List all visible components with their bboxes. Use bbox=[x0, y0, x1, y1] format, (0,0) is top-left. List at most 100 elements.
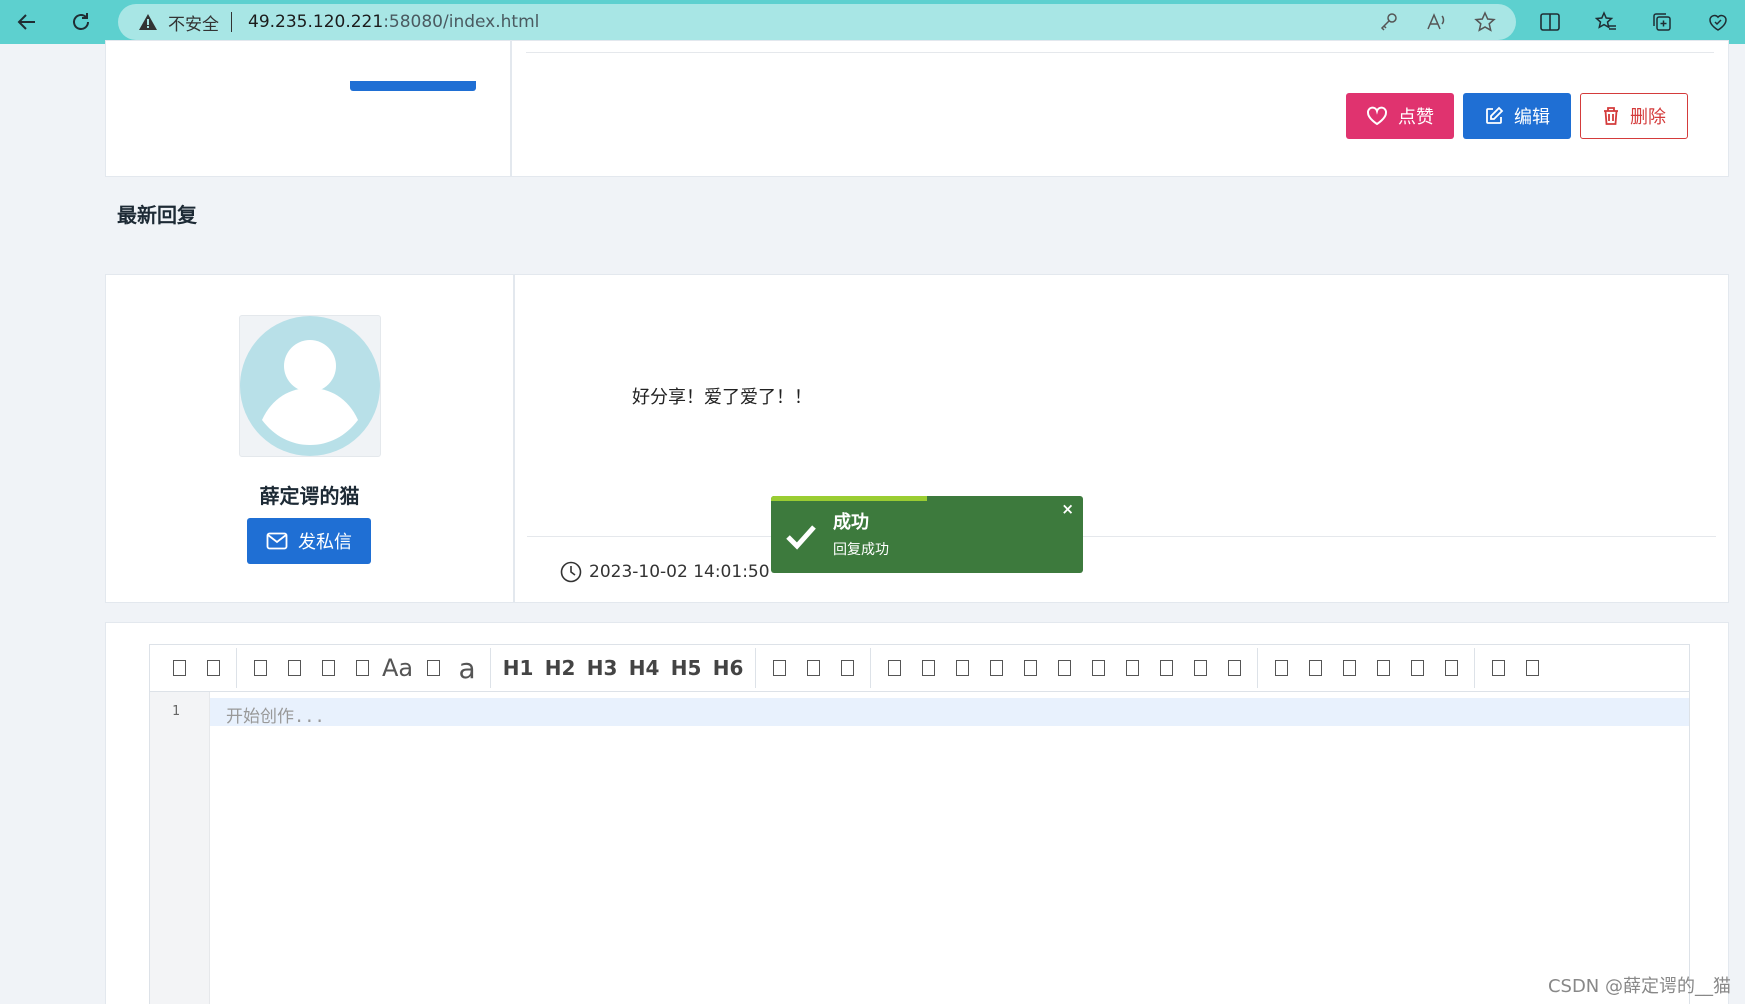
delete-button[interactable]: 删除 bbox=[1580, 93, 1688, 139]
preformatted-text-icon[interactable] bbox=[1013, 651, 1047, 685]
capitalize-icon[interactable] bbox=[416, 651, 450, 685]
reply-time-text: 2023-10-02 14:01:50 bbox=[589, 562, 770, 582]
post-body-card: 点赞 编辑 删除 bbox=[511, 40, 1729, 177]
toast-progress-bar bbox=[771, 496, 927, 501]
goto-line-icon[interactable] bbox=[1264, 651, 1298, 685]
heading-3-button[interactable]: H3 bbox=[581, 651, 623, 685]
active-line-highlight bbox=[210, 698, 1689, 726]
reply-author-card: 薛定谔的猫 发私信 bbox=[105, 274, 514, 603]
heading-4-button[interactable]: H4 bbox=[623, 651, 665, 685]
post-author-card bbox=[105, 40, 511, 177]
code-icon[interactable] bbox=[979, 651, 1013, 685]
reply-content: 好分享！爱了爱了！！ bbox=[632, 387, 812, 408]
split-screen-icon[interactable] bbox=[1533, 6, 1567, 38]
heart-icon bbox=[1367, 106, 1387, 126]
insecure-label: 不安全 bbox=[168, 14, 219, 35]
info-icon[interactable] bbox=[1515, 651, 1549, 685]
favorite-star-icon[interactable] bbox=[1472, 10, 1498, 34]
line-number-gutter: 1 bbox=[150, 692, 210, 1004]
post-divider bbox=[526, 52, 1714, 53]
edit-label: 编辑 bbox=[1514, 107, 1550, 128]
reply-editor-card: Aa a H1 H2 H3 H4 H5 H6 1 开始创作... bbox=[105, 622, 1729, 1004]
toast-close-button[interactable]: × bbox=[1061, 500, 1074, 518]
read-aloud-icon[interactable] bbox=[1424, 10, 1450, 34]
default-avatar-icon bbox=[240, 316, 380, 456]
redo-icon[interactable] bbox=[196, 651, 230, 685]
reply-body-card: 好分享！爱了爱了！！ 2023-10-02 14:01:50 bbox=[514, 274, 1729, 603]
key-icon[interactable] bbox=[1376, 10, 1402, 34]
toolbar-group-headings: H1 H2 H3 H4 H5 H6 bbox=[491, 648, 757, 688]
toolbar-group-lists bbox=[756, 648, 872, 688]
url-host: 49.235.120.221 bbox=[248, 12, 384, 32]
bold-icon[interactable] bbox=[243, 651, 277, 685]
heading-2-button[interactable]: H2 bbox=[539, 651, 581, 685]
toolbar-group-history bbox=[156, 648, 237, 688]
private-message-label: 发私信 bbox=[298, 532, 352, 553]
emoji-icon[interactable] bbox=[1149, 651, 1183, 685]
toast-title: 成功 bbox=[833, 512, 869, 533]
image-icon[interactable] bbox=[945, 651, 979, 685]
clock-icon bbox=[560, 561, 582, 583]
editor-textarea[interactable]: 1 开始创作... bbox=[149, 692, 1690, 1004]
strikethrough-icon[interactable] bbox=[277, 651, 311, 685]
private-message-button[interactable]: 发私信 bbox=[247, 518, 371, 564]
favorites-icon[interactable] bbox=[1589, 6, 1623, 38]
toast-message: 回复成功 bbox=[833, 542, 889, 558]
url-path: :58080/index.html bbox=[383, 12, 540, 32]
help-icon[interactable] bbox=[1481, 651, 1515, 685]
line-number: 1 bbox=[172, 704, 180, 719]
reference-link-icon[interactable] bbox=[911, 651, 945, 685]
hr-icon[interactable] bbox=[830, 651, 864, 685]
link-icon[interactable] bbox=[877, 651, 911, 685]
avatar[interactable] bbox=[239, 315, 381, 457]
latest-replies-title: 最新回复 bbox=[117, 203, 197, 227]
browser-toolbar-icons bbox=[1533, 6, 1735, 38]
collections-icon[interactable] bbox=[1645, 6, 1679, 38]
toolbar-group-insert bbox=[871, 648, 1259, 688]
quote-icon[interactable] bbox=[345, 651, 379, 685]
preview-icon[interactable] bbox=[1332, 651, 1366, 685]
search-icon[interactable] bbox=[1434, 651, 1468, 685]
uppercase-button[interactable]: Aa bbox=[379, 651, 416, 685]
address-separator bbox=[231, 12, 232, 32]
success-toast: 成功 回复成功 × bbox=[771, 496, 1083, 573]
author-button-partial[interactable] bbox=[350, 81, 476, 91]
like-button[interactable]: 点赞 bbox=[1346, 93, 1454, 139]
unordered-list-icon[interactable] bbox=[762, 651, 796, 685]
fullscreen-icon[interactable] bbox=[1366, 651, 1400, 685]
toolbar-group-view bbox=[1258, 648, 1476, 688]
mail-icon bbox=[266, 532, 288, 550]
edit-button[interactable]: 编辑 bbox=[1463, 93, 1571, 139]
heading-1-button[interactable]: H1 bbox=[497, 651, 539, 685]
browser-essentials-icon[interactable] bbox=[1701, 6, 1735, 38]
address-bar[interactable]: 不安全 49.235.120.221 :58080/index.html bbox=[118, 4, 1516, 40]
html-entities-icon[interactable] bbox=[1183, 651, 1217, 685]
watermark: CSDN @薛定谔的__猫 bbox=[1547, 976, 1731, 997]
checkmark-icon bbox=[786, 525, 816, 550]
reply-timestamp: 2023-10-02 14:01:50 bbox=[559, 560, 770, 584]
clear-icon[interactable] bbox=[1400, 651, 1434, 685]
toolbar-group-format: Aa a bbox=[237, 648, 492, 688]
ordered-list-icon[interactable] bbox=[796, 651, 830, 685]
address-bar-icons bbox=[1376, 10, 1498, 34]
heading-5-button[interactable]: H5 bbox=[665, 651, 707, 685]
reply-divider bbox=[527, 536, 1716, 537]
editor-toolbar: Aa a H1 H2 H3 H4 H5 H6 bbox=[149, 644, 1690, 692]
reply-username[interactable]: 薛定谔的猫 bbox=[106, 480, 513, 509]
datetime-icon[interactable] bbox=[1115, 651, 1149, 685]
italic-icon[interactable] bbox=[311, 651, 345, 685]
lowercase-button[interactable]: a bbox=[450, 651, 484, 685]
edit-icon bbox=[1486, 106, 1504, 124]
heading-6-button[interactable]: H6 bbox=[707, 651, 749, 685]
pagebreak-icon[interactable] bbox=[1217, 651, 1251, 685]
table-icon[interactable] bbox=[1081, 651, 1115, 685]
undo-icon[interactable] bbox=[162, 651, 196, 685]
toolbar-group-help bbox=[1475, 648, 1555, 688]
trash-icon bbox=[1604, 107, 1618, 125]
like-label: 点赞 bbox=[1398, 107, 1434, 128]
reload-icon[interactable] bbox=[64, 5, 98, 39]
watch-icon[interactable] bbox=[1298, 651, 1332, 685]
code-block-icon[interactable] bbox=[1047, 651, 1081, 685]
browser-toolbar: 不安全 49.235.120.221 :58080/index.html bbox=[0, 0, 1745, 44]
back-icon[interactable] bbox=[10, 5, 44, 39]
